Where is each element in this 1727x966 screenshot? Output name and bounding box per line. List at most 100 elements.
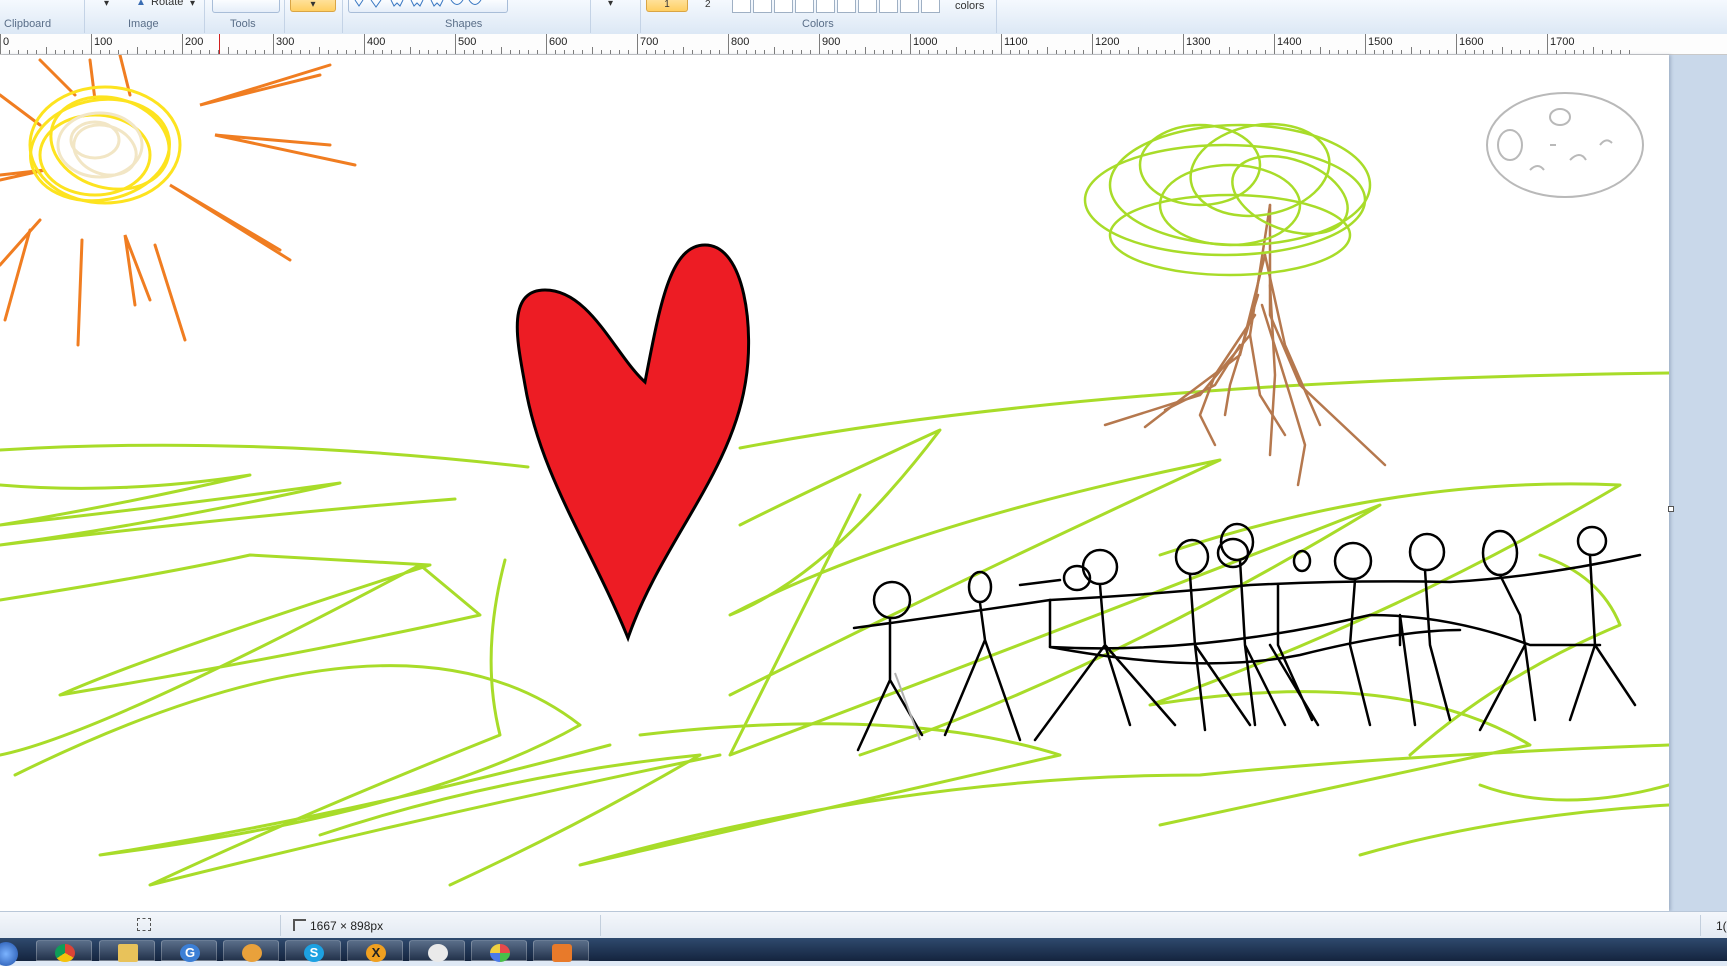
ribbon-separator xyxy=(640,0,641,33)
start-orb-icon[interactable] xyxy=(0,942,18,966)
ruler-minor-tick xyxy=(1255,50,1257,54)
ruler-minor-tick xyxy=(1228,47,1230,54)
size-dropdown-icon[interactable]: ▾ xyxy=(608,0,613,9)
taskbar-chrome-button[interactable] xyxy=(36,940,92,962)
ruler-label: 1500 xyxy=(1368,36,1393,48)
ruler-minor-tick xyxy=(318,47,320,54)
palette-swatch[interactable] xyxy=(753,0,772,13)
ruler-minor-tick xyxy=(609,50,611,54)
ruler-minor-tick xyxy=(1428,50,1430,54)
ruler-minor-tick xyxy=(382,50,384,54)
ruler-minor-tick xyxy=(1128,50,1130,54)
ruler-minor-tick xyxy=(118,50,120,54)
ruler-minor-tick xyxy=(263,50,265,54)
palette-swatch[interactable] xyxy=(732,0,751,13)
palette-swatch[interactable] xyxy=(879,0,898,13)
ruler-minor-tick xyxy=(700,50,702,54)
ruler-minor-tick xyxy=(564,50,566,54)
palette-swatch[interactable] xyxy=(837,0,856,13)
ruler-minor-tick xyxy=(282,50,284,54)
brushes-dropdown-button[interactable]: ▾ xyxy=(290,0,336,12)
chevron-down-icon[interactable]: ▾ xyxy=(104,0,109,9)
taskbar-penguin-button[interactable] xyxy=(409,940,465,962)
ruler-minor-tick xyxy=(919,50,921,54)
ruler-label: 1300 xyxy=(1186,36,1211,48)
ruler-label: 300 xyxy=(276,36,295,48)
sun-body xyxy=(28,85,182,205)
grass-scribbles xyxy=(0,371,1669,887)
palette-swatch[interactable] xyxy=(900,0,919,13)
ruler-minor-tick xyxy=(72,50,74,54)
ruler-minor-tick xyxy=(1210,50,1212,54)
ruler-label: 800 xyxy=(731,36,750,48)
ruler-minor-tick xyxy=(1556,50,1558,54)
ruler-minor-tick xyxy=(600,50,602,54)
color2-button[interactable]: 2 xyxy=(705,0,711,10)
ruler-minor-tick xyxy=(1173,50,1175,54)
ruler-minor-tick xyxy=(482,50,484,54)
ruler-minor-tick xyxy=(345,50,347,54)
taskbar-paint-button[interactable] xyxy=(471,940,527,962)
ruler-minor-tick xyxy=(491,50,493,54)
ruler-minor-tick xyxy=(1383,50,1385,54)
ruler-minor-tick xyxy=(1474,50,1476,54)
ruler-label: 600 xyxy=(549,36,568,48)
ruler-minor-tick xyxy=(682,47,684,54)
ruler-minor-tick xyxy=(964,50,966,54)
ruler-minor-tick xyxy=(882,50,884,54)
ruler-minor-tick xyxy=(837,50,839,54)
ruler-minor-tick xyxy=(145,50,147,54)
ruler-minor-tick xyxy=(18,50,20,54)
ruler-minor-tick xyxy=(1019,50,1021,54)
ruler-minor-tick xyxy=(254,50,256,54)
canvas-resize-handle[interactable] xyxy=(1668,506,1674,512)
ruler-minor-tick xyxy=(300,50,302,54)
ruler-minor-tick xyxy=(1492,50,1494,54)
shapes-gallery[interactable] xyxy=(348,0,508,13)
taskbar-media-button[interactable] xyxy=(533,940,589,962)
palette-swatch[interactable] xyxy=(774,0,793,13)
ruler-minor-tick xyxy=(1010,50,1012,54)
ruler-minor-tick xyxy=(1419,50,1421,54)
ruler-minor-tick xyxy=(200,50,202,54)
ruler-minor-tick xyxy=(1619,50,1621,54)
palette-swatch[interactable] xyxy=(858,0,877,13)
ruler-major-tick xyxy=(364,34,365,54)
rotate-dropdown-icon[interactable]: ▾ xyxy=(190,0,195,9)
ruler-major-tick xyxy=(1456,34,1457,54)
ruler-minor-tick xyxy=(291,50,293,54)
palette-swatch[interactable] xyxy=(816,0,835,13)
color1-button[interactable]: 1 xyxy=(646,0,688,12)
rotate-button[interactable]: Rotate xyxy=(151,0,183,8)
media-player-icon xyxy=(552,944,572,962)
ruler-minor-tick xyxy=(63,50,65,54)
taskbar-skype-button[interactable]: S xyxy=(285,940,341,962)
sun-rays xyxy=(0,55,357,347)
palette-swatch[interactable] xyxy=(921,0,940,13)
taskbar-explorer-button[interactable] xyxy=(99,940,155,962)
ruler-minor-tick xyxy=(1137,47,1139,54)
ruler-minor-tick xyxy=(1192,50,1194,54)
ruler-minor-tick xyxy=(1246,50,1248,54)
ruler-minor-tick xyxy=(891,50,893,54)
palette-swatch[interactable] xyxy=(795,0,814,13)
canvas-area[interactable] xyxy=(0,55,1727,911)
ruler-minor-tick xyxy=(1374,50,1376,54)
ruler-minor-tick xyxy=(427,50,429,54)
ruler-minor-tick xyxy=(764,50,766,54)
tool-buttons-strip[interactable] xyxy=(212,0,280,13)
edit-colors-button[interactable]: colors xyxy=(955,0,984,12)
paint-icon xyxy=(490,944,510,962)
ruler-label: 1200 xyxy=(1095,36,1120,48)
taskbar-winamp-button[interactable] xyxy=(223,940,279,962)
drawing-canvas[interactable] xyxy=(0,55,1669,911)
ruler-minor-tick xyxy=(1037,50,1039,54)
ruler-label: 1400 xyxy=(1277,36,1302,48)
ruler-minor-tick xyxy=(9,50,11,54)
taskbar-xmen-button[interactable]: X xyxy=(347,940,403,962)
ruler-minor-tick xyxy=(445,50,447,54)
heart-drawing xyxy=(515,243,751,643)
status-separator xyxy=(600,915,601,936)
xmen-icon: X xyxy=(366,944,386,962)
taskbar-search-button[interactable]: G xyxy=(161,940,217,962)
